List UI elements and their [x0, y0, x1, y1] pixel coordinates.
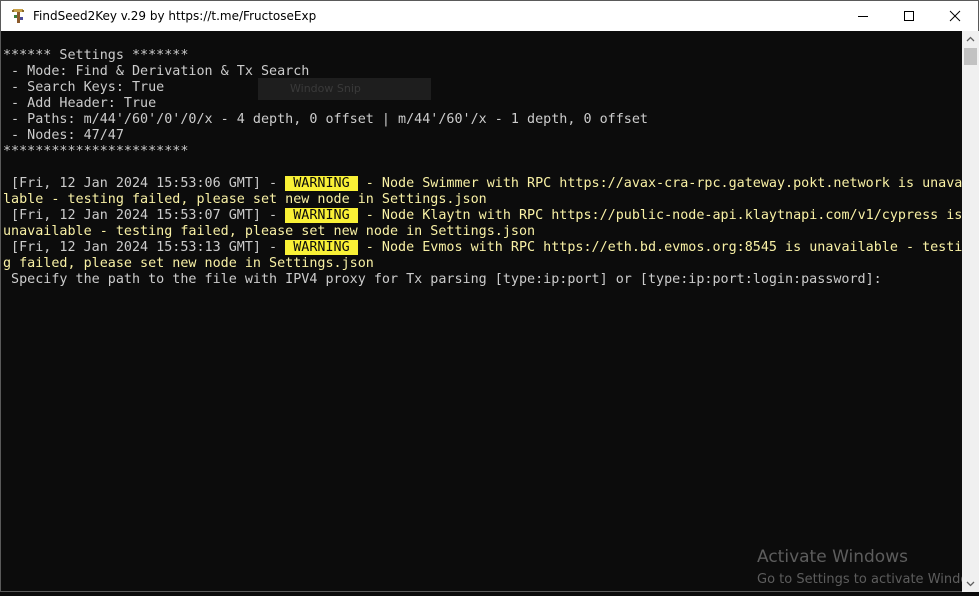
minimize-button[interactable] — [840, 1, 886, 31]
log-line: [Fri, 12 Jan 2024 15:53:13 GMT] - WARNIN… — [3, 240, 962, 256]
console-window: FindSeed2Key v.29 by https://t.me/Fructo… — [0, 0, 979, 592]
settings-header: ****** Settings ******* — [3, 48, 189, 63]
activate-windows-subtitle: Go to Settings to activate Windows. — [757, 572, 962, 587]
pickaxe-app-icon — [12, 9, 24, 23]
close-button[interactable] — [932, 1, 978, 31]
log-message: - Node Klaytn with RPC https://public-no… — [357, 208, 962, 223]
warning-badge: WARNING — [285, 208, 358, 223]
window-snip-overlay[interactable]: Window Snip — [258, 78, 431, 100]
scroll-thumb[interactable] — [964, 48, 977, 65]
log-timestamp: [Fri, 12 Jan 2024 15:53:06 GMT] - — [3, 176, 286, 191]
scroll-up-button[interactable] — [962, 31, 979, 48]
log-message-wrap: g failed, please set new node in Setting… — [3, 256, 374, 271]
title-bar[interactable]: FindSeed2Key v.29 by https://t.me/Fructo… — [1, 1, 978, 31]
log-line: [Fri, 12 Jan 2024 15:53:07 GMT] - WARNIN… — [3, 208, 962, 224]
window-snip-label: Window Snip — [290, 82, 361, 95]
minimize-icon — [858, 16, 868, 17]
close-icon — [949, 10, 961, 22]
input-prompt[interactable]: Specify the path to the file with IPV4 p… — [3, 272, 890, 288]
log-timestamp: [Fri, 12 Jan 2024 15:53:07 GMT] - — [3, 208, 286, 223]
maximize-icon — [904, 11, 914, 21]
log-message: - Node Swimmer with RPC https://avax-cra… — [357, 176, 962, 191]
maximize-button[interactable] — [886, 1, 932, 31]
settings-nodes: - Nodes: 47/47 — [3, 128, 124, 143]
settings-add-header: - Add Header: True — [3, 96, 157, 111]
settings-paths: - Paths: m/44'/60'/0'/0/x - 4 depth, 0 o… — [3, 112, 648, 127]
settings-footer: *********************** — [3, 144, 189, 159]
log-timestamp: [Fri, 12 Jan 2024 15:53:13 GMT] - — [3, 240, 286, 255]
activate-windows-title: Activate Windows — [757, 547, 908, 567]
vertical-scrollbar[interactable] — [962, 31, 979, 592]
window-title: FindSeed2Key v.29 by https://t.me/Fructo… — [33, 9, 317, 23]
settings-search-keys: - Search Keys: True — [3, 80, 165, 95]
log-message-wrap: lable - testing failed, please set new n… — [3, 192, 487, 207]
warning-badge: WARNING — [285, 176, 358, 191]
log-message-wrap: unavailable - testing failed, please set… — [3, 224, 536, 239]
chevron-up-icon — [966, 36, 975, 42]
scroll-down-button[interactable] — [962, 575, 979, 592]
log-message: - Node Evmos with RPC https://eth.bd.evm… — [357, 240, 962, 255]
log-line: [Fri, 12 Jan 2024 15:53:06 GMT] - WARNIN… — [3, 176, 962, 192]
console-output[interactable]: ****** Settings ******* - Mode: Find & D… — [1, 31, 962, 591]
chevron-down-icon — [966, 581, 975, 587]
warning-badge: WARNING — [285, 240, 358, 255]
